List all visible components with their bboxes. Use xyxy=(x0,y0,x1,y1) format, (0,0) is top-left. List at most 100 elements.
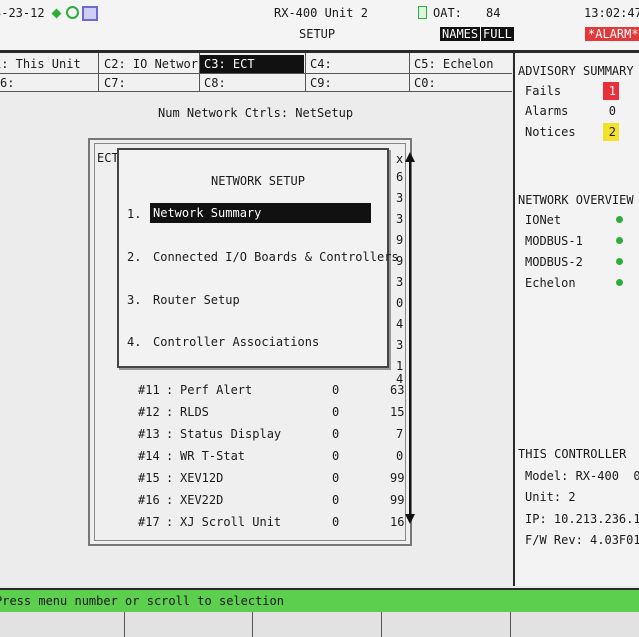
network-echelon[interactable]: Echelon xyxy=(525,276,576,290)
scroll-down-icon[interactable] xyxy=(405,514,415,524)
scrollbar[interactable] xyxy=(409,160,411,515)
status-dot-icon xyxy=(616,216,623,223)
tab-col-divider xyxy=(305,53,306,91)
function-key-divider xyxy=(252,612,253,637)
tab-col-divider xyxy=(409,53,410,91)
alarms-label[interactable]: Alarms xyxy=(525,104,568,118)
network-modbus-2[interactable]: MODBUS-2 xyxy=(525,255,583,269)
function-key-divider xyxy=(510,612,511,637)
row-value-a: 0 xyxy=(332,405,340,419)
network-ionet[interactable]: IONet xyxy=(525,213,561,227)
controller-model: Model: RX-400 00 xyxy=(525,469,639,483)
row-value-a: 0 xyxy=(332,383,340,397)
status-dot-icon xyxy=(616,237,623,244)
fails-count[interactable]: 1 xyxy=(603,82,619,100)
this-controller-title: THIS CONTROLLER xyxy=(518,447,627,461)
names-badge[interactable]: NAMES xyxy=(440,27,481,41)
tab-grid: 1: This Unit C2: IO Network C3: ECT C4: … xyxy=(0,53,512,92)
row-value-b: 63 xyxy=(390,383,405,397)
menu-item-label: Connected I/O Boards & Controllers xyxy=(153,250,399,264)
oat-value: 84 xyxy=(486,6,501,20)
row-name: WR T-Stat xyxy=(180,449,246,463)
function-key-divider xyxy=(381,612,382,637)
controller-firmware: F/W Rev: 4.03F01 xyxy=(525,533,639,547)
row-value-a: 0 xyxy=(332,427,340,441)
row-value-b: 7 xyxy=(396,427,404,441)
status-dot-icon xyxy=(616,258,623,265)
tab-ect[interactable]: C3: ECT xyxy=(200,55,304,73)
row-value-a: 0 xyxy=(332,471,340,485)
list-value: 6 xyxy=(396,170,404,184)
green-diamond-icon xyxy=(51,8,62,19)
power-icon[interactable] xyxy=(66,6,79,19)
status-dot-icon xyxy=(616,279,623,286)
row-number: #15 xyxy=(138,471,160,485)
status-box-icon[interactable] xyxy=(82,6,98,21)
alarms-count[interactable]: 0 xyxy=(603,102,619,120)
tab-c8[interactable]: C8: xyxy=(200,74,304,92)
advisory-title: ADVISORY SUMMARY xyxy=(518,64,634,78)
battery-icon xyxy=(418,6,427,19)
row-value-b: 99 xyxy=(390,493,405,507)
controller-unit: Unit: 2 xyxy=(525,490,576,504)
row-number: #14 xyxy=(138,449,160,463)
dialog-title: NETWORK SETUP xyxy=(211,174,305,188)
status-bar: Press menu number or scroll to selection xyxy=(0,588,639,612)
function-key-strip xyxy=(0,612,639,637)
notices-label[interactable]: Notices xyxy=(525,125,576,139)
network-modbus-1[interactable]: MODBUS-1 xyxy=(525,234,583,248)
row-name: Status Display xyxy=(180,427,282,441)
row-name: XEV22D xyxy=(180,493,224,507)
row-number: #13 xyxy=(138,427,160,441)
list-value: 3 xyxy=(396,338,404,352)
header-bar: 3-23-12 RX-400 Unit 2 SETUP OAT: 84 NAME… xyxy=(0,0,639,50)
tab-c9[interactable]: C9: xyxy=(306,74,408,92)
list-value: 3 xyxy=(396,212,404,226)
menu-item-label: Controller Associations xyxy=(153,335,320,349)
tab-c4[interactable]: C4: xyxy=(306,55,408,73)
list-value: 1 xyxy=(396,359,404,373)
menu-item-label: Router Setup xyxy=(153,293,240,307)
controller-screen: 3-23-12 RX-400 Unit 2 SETUP OAT: 84 NAME… xyxy=(0,0,639,637)
row-name: Perf Alert xyxy=(180,383,253,397)
page-heading: Num Network Ctrls: NetSetup xyxy=(158,106,354,120)
row-number: #11 xyxy=(138,383,160,397)
full-badge[interactable]: FULL xyxy=(481,27,514,41)
list-value: x xyxy=(396,152,404,166)
date-label: 3-23-12 xyxy=(0,6,45,20)
row-value-a: 0 xyxy=(332,515,340,529)
tab-c0[interactable]: C0: xyxy=(410,74,512,92)
list-value: 3 xyxy=(396,275,404,289)
tab-c7[interactable]: C7: xyxy=(100,74,198,92)
row-number: #16 xyxy=(138,493,160,507)
tab-col-divider xyxy=(98,53,99,91)
list-value: 9 xyxy=(396,233,404,247)
row-value-b: 99 xyxy=(390,471,405,485)
tab-this-unit[interactable]: 1: This Unit xyxy=(0,55,98,73)
list-value: 3 xyxy=(396,191,404,205)
menu-item-number: 1. xyxy=(127,207,142,221)
row-name: XJ Scroll Unit xyxy=(180,515,282,529)
menu-item-number: 4. xyxy=(127,335,142,349)
row-number: #17 xyxy=(138,515,160,529)
tab-col-divider xyxy=(199,53,200,91)
fails-label[interactable]: Fails xyxy=(525,84,561,98)
row-value-a: 0 xyxy=(332,449,340,463)
controller-ip: IP: 10.213.236.128 xyxy=(525,512,639,526)
function-key-divider xyxy=(124,612,125,637)
menu-item-number: 2. xyxy=(127,250,142,264)
tab-io-network[interactable]: C2: IO Network xyxy=(100,55,205,73)
network-setup-dialog: NETWORK SETUP 1. Network Summary 2. Conn… xyxy=(117,148,399,368)
menu-item-label: Network Summary xyxy=(150,203,371,223)
notices-count[interactable]: 2 xyxy=(603,123,619,141)
tab-echelon[interactable]: C5: Echelon xyxy=(410,55,512,73)
row-value-b: 15 xyxy=(390,405,405,419)
row-value-b: 0 xyxy=(396,449,404,463)
oat-label: OAT: xyxy=(433,6,462,20)
screen-title: SETUP xyxy=(299,27,336,41)
row-number: #12 xyxy=(138,405,160,419)
row-name: XEV12D xyxy=(180,471,224,485)
tab-6[interactable]: 6: xyxy=(0,74,98,92)
network-overview-title: NETWORK OVERVIEW xyxy=(518,193,634,207)
alarm-badge[interactable]: *ALARM* xyxy=(585,27,639,41)
